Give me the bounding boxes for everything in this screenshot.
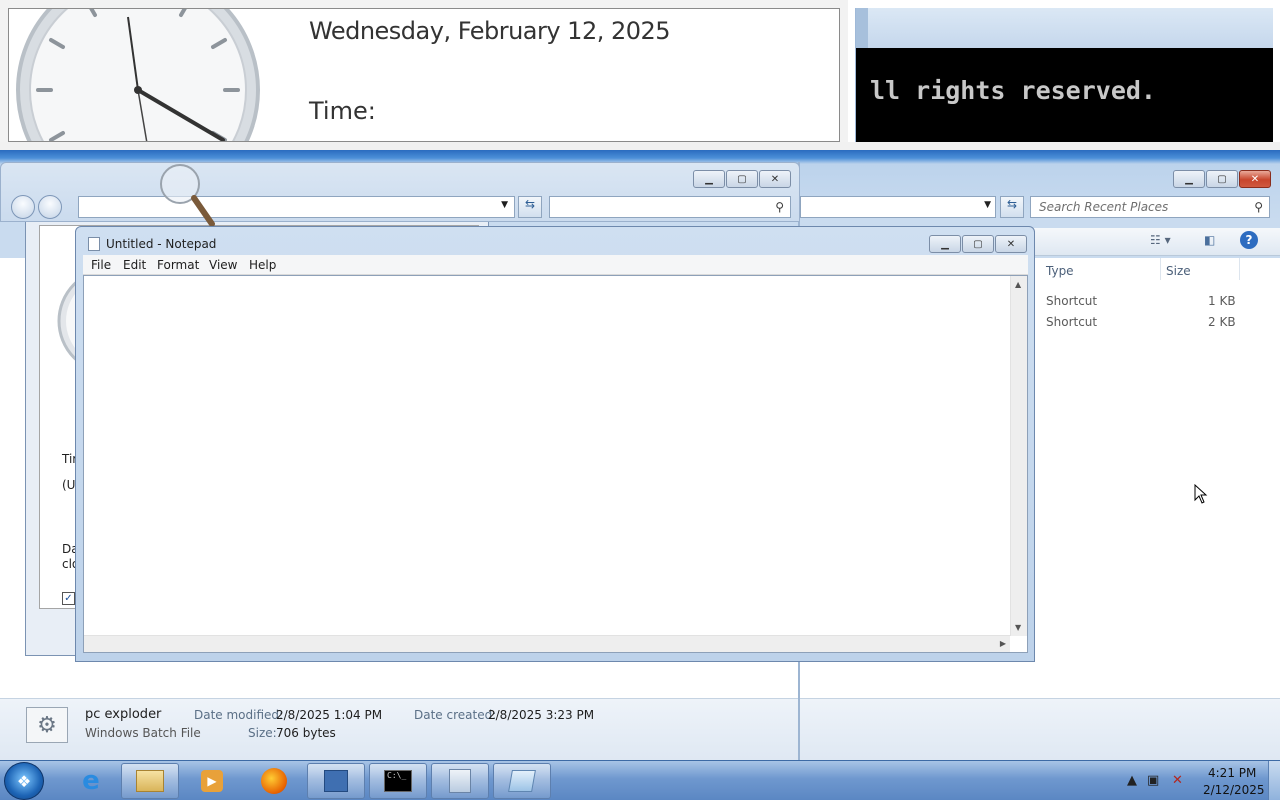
close-button[interactable]: ✕: [995, 235, 1027, 253]
taskbar: ❖ e ▶ C:\_ ▲ ▣ ✕ 4:21 PM 2/12/2025: [0, 760, 1280, 800]
refresh-button[interactable]: ⇆: [1000, 196, 1024, 218]
window-title: Untitled - Notepad: [106, 237, 217, 251]
file-explorer-icon[interactable]: [121, 763, 179, 799]
search-icon[interactable]: ⚲: [1254, 200, 1263, 214]
row-type[interactable]: Shortcut: [1046, 294, 1097, 308]
row-type[interactable]: Shortcut: [1046, 315, 1097, 329]
menu-format[interactable]: Format: [157, 258, 199, 272]
windows-start-icon[interactable]: ❖: [4, 762, 44, 800]
console-window[interactable]: ll rights reserved.: [855, 8, 1273, 142]
menu-help[interactable]: Help: [249, 258, 276, 272]
batch-file-icon: ⚙: [26, 707, 68, 743]
preview-pane-icon[interactable]: ◧: [1204, 233, 1215, 247]
date-created-value: 2/8/2025 3:23 PM: [488, 708, 595, 722]
column-header-size[interactable]: Size: [1166, 264, 1191, 278]
notify-checkbox[interactable]: ✓: [62, 592, 75, 605]
scroll-down-icon[interactable]: ▼: [1015, 623, 1021, 632]
file-type: Windows Batch File: [85, 726, 201, 740]
size-label: Size:: [248, 726, 277, 740]
clock-panel-content: Wednesday, February 12, 2025 Time:: [8, 8, 840, 142]
menu-view[interactable]: View: [209, 258, 237, 272]
scroll-right-icon[interactable]: ▶: [1000, 639, 1006, 648]
media-player-icon[interactable]: ▶: [183, 763, 241, 799]
size-value: 706 bytes: [276, 726, 336, 740]
column-divider: [1160, 258, 1161, 280]
time-label: Time:: [309, 97, 376, 125]
search-placeholder: Search Recent Places: [1039, 200, 1169, 214]
details-pane-extension: [800, 698, 1280, 760]
maximize-button[interactable]: ▢: [1206, 170, 1238, 188]
clock-panel: Wednesday, February 12, 2025 Time:: [0, 0, 848, 148]
volume-muted-icon[interactable]: ✕: [1172, 773, 1183, 788]
row-size[interactable]: 1 KB: [1208, 294, 1236, 308]
date-modified-value: 2/8/2025 1:04 PM: [276, 708, 383, 722]
date-modified-label: Date modified:: [194, 708, 284, 722]
notepad-window-controls: ▁ ▢ ✕: [928, 235, 1027, 253]
text-editor-area[interactable]: ▲ ▼ ▶: [83, 275, 1028, 653]
horizontal-scrollbar[interactable]: ▶: [84, 635, 1010, 652]
menu-edit[interactable]: Edit: [123, 258, 146, 272]
explorer-window-controls: ▁ ▢ ✕: [1172, 170, 1271, 188]
maximize-button[interactable]: ▢: [962, 235, 994, 253]
show-hidden-icons-icon[interactable]: ▲: [1127, 773, 1137, 788]
scroll-up-icon[interactable]: ▲: [1015, 280, 1021, 289]
view-options-icon[interactable]: ☷ ▾: [1150, 233, 1171, 247]
close-button[interactable]: ✕: [1239, 170, 1271, 188]
network-icon[interactable]: ▣: [1147, 773, 1159, 788]
search-explorer-icon[interactable]: [307, 763, 365, 799]
file-name: pc exploder: [85, 707, 162, 722]
column-header-type[interactable]: Type: [1046, 264, 1074, 278]
notepad-icon[interactable]: [493, 763, 551, 799]
row-size[interactable]: 2 KB: [1208, 315, 1236, 329]
taskbar-clock-time[interactable]: 4:21 PM: [1208, 766, 1256, 780]
console-title-bar[interactable]: [856, 8, 1273, 48]
column-divider: [1239, 258, 1240, 280]
command-prompt-icon[interactable]: C:\_: [369, 763, 427, 799]
vertical-scrollbar[interactable]: ▲ ▼: [1010, 276, 1027, 636]
internet-explorer-icon[interactable]: e: [62, 763, 120, 799]
notepad-window[interactable]: Untitled - Notepad ▁ ▢ ✕ File Edit Forma…: [75, 226, 1035, 662]
mouse-cursor-icon: [1194, 484, 1208, 504]
show-desktop-button[interactable]: [1268, 761, 1280, 800]
menu-bar: File Edit Format View Help: [83, 255, 1028, 275]
chevron-down-icon[interactable]: ▼: [984, 200, 991, 210]
firefox-icon[interactable]: [245, 763, 303, 799]
desktop-gap: [0, 142, 1280, 150]
calculator-icon[interactable]: [431, 763, 489, 799]
date-created-label: Date created:: [414, 708, 497, 722]
minimize-button[interactable]: ▁: [929, 235, 961, 253]
menu-file[interactable]: File: [91, 258, 111, 272]
minimize-button[interactable]: ▁: [1173, 170, 1205, 188]
analog-clock-icon: [16, 9, 260, 141]
notepad-icon: [88, 237, 100, 251]
current-date-text: Wednesday, February 12, 2025: [309, 17, 671, 45]
console-output-text: ll rights reserved.: [870, 76, 1156, 105]
search-input[interactable]: Search Recent Places ⚲: [1030, 196, 1270, 218]
explorer-address-bar[interactable]: ▼: [800, 196, 996, 218]
taskbar-clock-date[interactable]: 2/12/2025: [1203, 783, 1265, 797]
help-icon[interactable]: ?: [1240, 231, 1258, 249]
details-pane: ⚙ pc exploder Windows Batch File Date mo…: [0, 698, 800, 760]
magnifier-icon: [160, 164, 215, 227]
